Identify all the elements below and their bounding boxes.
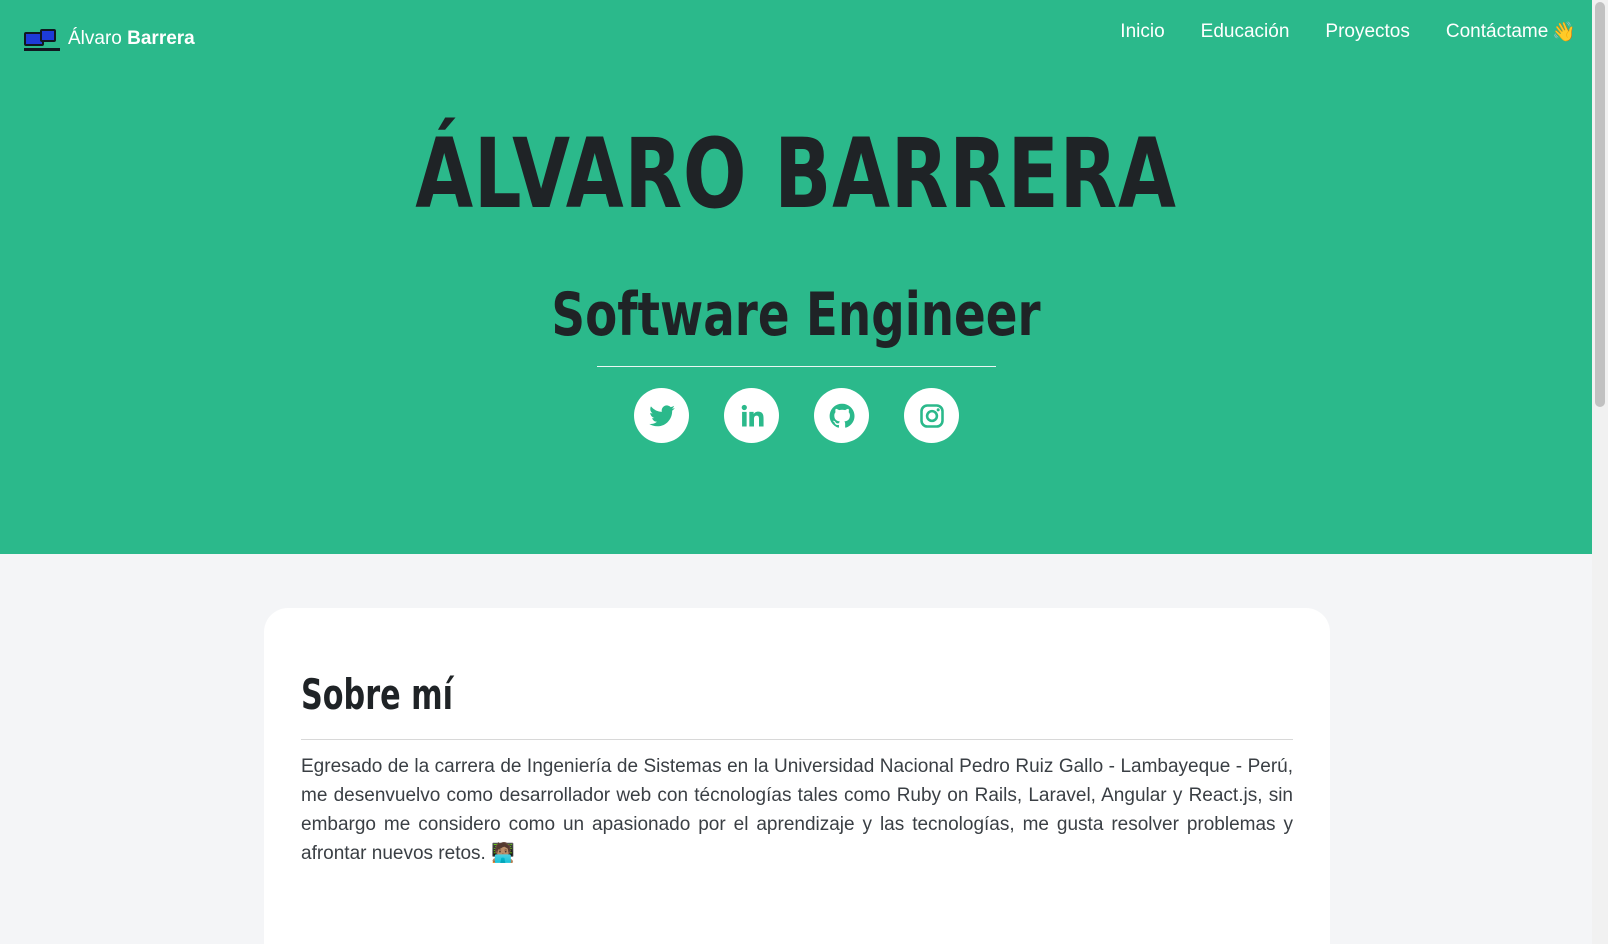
page: Álvaro Barrera Inicio Educación Proyecto… [0,0,1592,944]
instagram-button[interactable] [904,388,959,443]
nav-link-contactame[interactable]: Contáctame 👋 [1446,20,1576,44]
brand-name: Álvaro Barrera [68,28,195,50]
linkedin-button[interactable] [724,388,779,443]
nav-link-inicio[interactable]: Inicio [1120,20,1164,44]
nav-link-educacion[interactable]: Educación [1201,20,1290,44]
social-links [634,388,959,443]
brand-last-name: Barrera [127,28,195,49]
brand-first-name: Álvaro [68,28,122,49]
about-title: Sobre mí [301,670,454,719]
navbar: Álvaro Barrera Inicio Educación Proyecto… [0,0,1592,80]
about-divider [301,739,1293,740]
about-text: Egresado de la carrera de Ingeniería de … [301,756,1293,864]
scrollbar-thumb[interactable] [1595,2,1605,407]
github-button[interactable] [814,388,869,443]
twitter-icon [648,404,675,426]
nav-link-proyectos[interactable]: Proyectos [1325,20,1409,44]
nav-links: Inicio Educación Proyectos Contáctame 👋 [1120,20,1576,44]
brand-logo-icon [24,24,60,54]
hero-section: Álvaro Barrera Inicio Educación Proyecto… [0,0,1592,554]
nav-link-contactame-label: Contáctame [1445,21,1549,42]
linkedin-icon [741,404,764,426]
github-icon [829,403,854,428]
about-card: Sobre mí Egresado de la carrera de Ingen… [264,608,1330,944]
page-scrollbar[interactable] [1592,0,1608,944]
instagram-icon [919,403,944,428]
hero-divider [597,366,996,367]
waving-hand-icon: 👋 [1552,22,1576,43]
hero-subtitle: Software Engineer [551,280,1041,350]
brand-link[interactable]: Álvaro Barrera [24,24,195,54]
twitter-button[interactable] [634,388,689,443]
hero-title: ÁLVARO BARRERA [415,118,1177,230]
